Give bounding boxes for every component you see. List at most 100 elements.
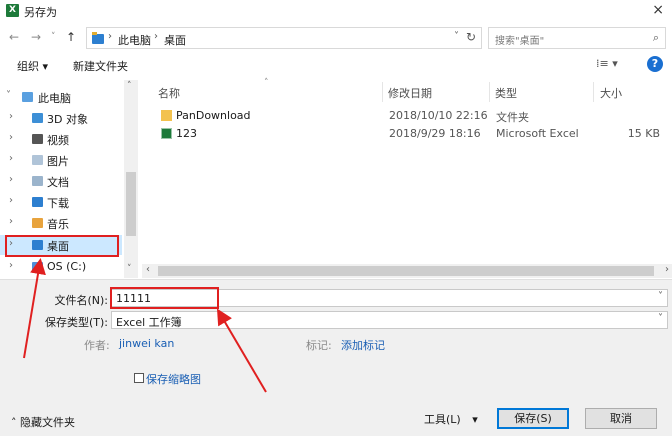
back-arrow-icon[interactable]: ← bbox=[9, 30, 19, 44]
tools-label: 工具(L) bbox=[424, 413, 461, 426]
column-header-name[interactable]: 名称 bbox=[158, 85, 180, 101]
chevron-down-icon[interactable]: ˅ bbox=[454, 31, 459, 42]
search-input[interactable]: 搜索"桌面" ⌕ bbox=[488, 27, 666, 49]
tools-menu[interactable]: 工具(L) ▾ bbox=[424, 411, 478, 427]
breadcrumb-desktop[interactable]: 桌面 bbox=[164, 32, 186, 48]
file-size: 15 KB bbox=[627, 127, 660, 140]
annotation-box-filename bbox=[110, 287, 219, 309]
breadcrumb-this-pc[interactable]: 此电脑 bbox=[118, 32, 151, 48]
desktop-folder-icon bbox=[92, 32, 104, 44]
pictures-icon bbox=[32, 155, 43, 165]
annotation-box-desktop bbox=[5, 235, 119, 257]
nav-item-label: 此电脑 bbox=[38, 92, 71, 105]
music-icon bbox=[32, 218, 43, 228]
nav-item-videos[interactable]: › 视频 bbox=[0, 129, 122, 149]
chevron-down-icon[interactable]: ˅ bbox=[6, 90, 11, 101]
scroll-left-icon[interactable]: ‹ bbox=[146, 264, 150, 275]
filename-label: 文件名(N): bbox=[54, 294, 108, 307]
add-tags-link[interactable]: 添加标记 bbox=[341, 337, 385, 353]
chevron-right-icon[interactable]: › bbox=[9, 260, 13, 271]
video-icon bbox=[32, 134, 43, 144]
chevron-right-icon[interactable]: › bbox=[9, 174, 13, 185]
file-list-hscrollbar[interactable]: ‹ › bbox=[142, 264, 672, 278]
window-title: 另存为 bbox=[24, 6, 57, 19]
nav-item-pictures[interactable]: › 图片 bbox=[0, 150, 122, 170]
column-header-date[interactable]: 修改日期 bbox=[388, 85, 432, 101]
close-icon[interactable]: × bbox=[652, 2, 664, 18]
help-icon[interactable]: ? bbox=[647, 56, 663, 72]
nav-item-3d-objects[interactable]: › 3D 对象 bbox=[0, 108, 122, 128]
nav-item-label: 文档 bbox=[47, 176, 69, 189]
nav-item-label: 图片 bbox=[47, 155, 69, 168]
command-bar: 组织 ▾ 新建文件夹 ⁞≡ ▾ ? bbox=[0, 53, 672, 77]
organize-menu[interactable]: 组织 ▾ bbox=[17, 58, 48, 74]
nav-item-label: 3D 对象 bbox=[47, 113, 88, 126]
nav-item-label: 音乐 bbox=[47, 218, 69, 231]
recent-locations-icon[interactable]: ˅ bbox=[51, 32, 56, 42]
breadcrumb-separator-icon: › bbox=[154, 31, 158, 42]
nav-item-documents[interactable]: › 文档 bbox=[0, 171, 122, 191]
address-bar[interactable]: › 此电脑 › 桌面 ˅ ↻ bbox=[86, 27, 482, 49]
chevron-right-icon[interactable]: › bbox=[9, 132, 13, 143]
scroll-up-icon[interactable]: ˄ bbox=[127, 81, 132, 91]
file-type: 文件夹 bbox=[496, 111, 529, 124]
file-date: 2018/9/29 18:16 bbox=[389, 127, 481, 140]
scroll-down-icon[interactable]: ˅ bbox=[127, 264, 132, 274]
chevron-right-icon[interactable]: › bbox=[9, 111, 13, 122]
view-options-icon[interactable]: ⁞≡ ▾ bbox=[596, 57, 618, 70]
chevron-right-icon[interactable]: › bbox=[9, 216, 13, 227]
nav-item-label: 视频 bbox=[47, 134, 69, 147]
3d-objects-icon bbox=[32, 113, 43, 123]
column-header-type[interactable]: 类型 bbox=[495, 85, 517, 101]
nav-item-os-c[interactable]: › OS (C:) bbox=[0, 257, 122, 277]
nav-item-label: 下载 bbox=[47, 197, 69, 210]
chevron-down-icon[interactable]: ˅ bbox=[658, 313, 663, 324]
excel-file-icon bbox=[161, 128, 172, 139]
up-arrow-icon[interactable]: ↑ bbox=[66, 30, 76, 44]
nav-item-this-pc[interactable]: ˅ 此电脑 bbox=[0, 87, 122, 107]
list-item[interactable]: PanDownload 2018/10/10 22:16 文件夹 bbox=[155, 107, 665, 125]
tags-label: 标记: bbox=[306, 339, 332, 352]
file-type: Microsoft Excel bbox=[496, 127, 579, 140]
chevron-right-icon[interactable]: › bbox=[9, 195, 13, 206]
chevron-right-icon[interactable]: › bbox=[9, 153, 13, 164]
scroll-right-icon[interactable]: › bbox=[665, 264, 669, 275]
sort-ascending-icon: ˄ bbox=[264, 78, 269, 88]
search-placeholder: 搜索"桌面" bbox=[495, 36, 545, 47]
save-thumbnail-label[interactable]: 保存缩略图 bbox=[146, 371, 201, 387]
refresh-icon[interactable]: ↻ bbox=[466, 30, 476, 44]
download-icon bbox=[32, 197, 43, 207]
scrollbar-thumb[interactable] bbox=[158, 266, 654, 276]
file-date: 2018/10/10 22:16 bbox=[389, 109, 488, 122]
author-value[interactable]: jinwei kan bbox=[119, 337, 174, 350]
file-name: PanDownload bbox=[176, 109, 251, 122]
nav-scrollbar[interactable]: ˄ ˅ bbox=[124, 80, 138, 278]
caret-down-icon: ▾ bbox=[472, 413, 478, 426]
hide-folders-toggle[interactable]: ˄ 隐藏文件夹 bbox=[11, 414, 75, 430]
column-divider[interactable] bbox=[382, 82, 383, 102]
column-divider[interactable] bbox=[593, 82, 594, 102]
new-folder-button[interactable]: 新建文件夹 bbox=[73, 58, 128, 74]
savetype-label: 保存类型(T): bbox=[44, 316, 108, 329]
nav-item-downloads[interactable]: › 下载 bbox=[0, 192, 122, 212]
breadcrumb-separator-icon: › bbox=[108, 31, 112, 42]
savetype-select[interactable]: Excel 工作簿 ˅ bbox=[111, 311, 668, 329]
column-header-row: 名称 ˄ 修改日期 类型 大小 bbox=[150, 78, 670, 102]
computer-icon bbox=[22, 92, 33, 102]
documents-icon bbox=[32, 176, 43, 186]
search-icon: ⌕ bbox=[652, 31, 659, 44]
list-item[interactable]: 123 2018/9/29 18:16 Microsoft Excel 15 K… bbox=[155, 125, 665, 143]
scrollbar-thumb[interactable] bbox=[126, 172, 136, 236]
cancel-button[interactable]: 取消 bbox=[585, 408, 657, 429]
column-divider[interactable] bbox=[489, 82, 490, 102]
forward-arrow-icon[interactable]: → bbox=[31, 30, 41, 44]
nav-item-music[interactable]: › 音乐 bbox=[0, 213, 122, 233]
drive-icon bbox=[32, 262, 43, 272]
author-label: 作者: bbox=[84, 339, 110, 352]
excel-app-icon: X bbox=[6, 4, 19, 17]
chevron-down-icon[interactable]: ˅ bbox=[658, 291, 663, 302]
save-thumbnail-checkbox[interactable] bbox=[134, 373, 144, 383]
save-button[interactable]: 保存(S) bbox=[497, 408, 569, 429]
nav-item-label: OS (C:) bbox=[47, 260, 87, 273]
column-header-size[interactable]: 大小 bbox=[600, 85, 622, 101]
